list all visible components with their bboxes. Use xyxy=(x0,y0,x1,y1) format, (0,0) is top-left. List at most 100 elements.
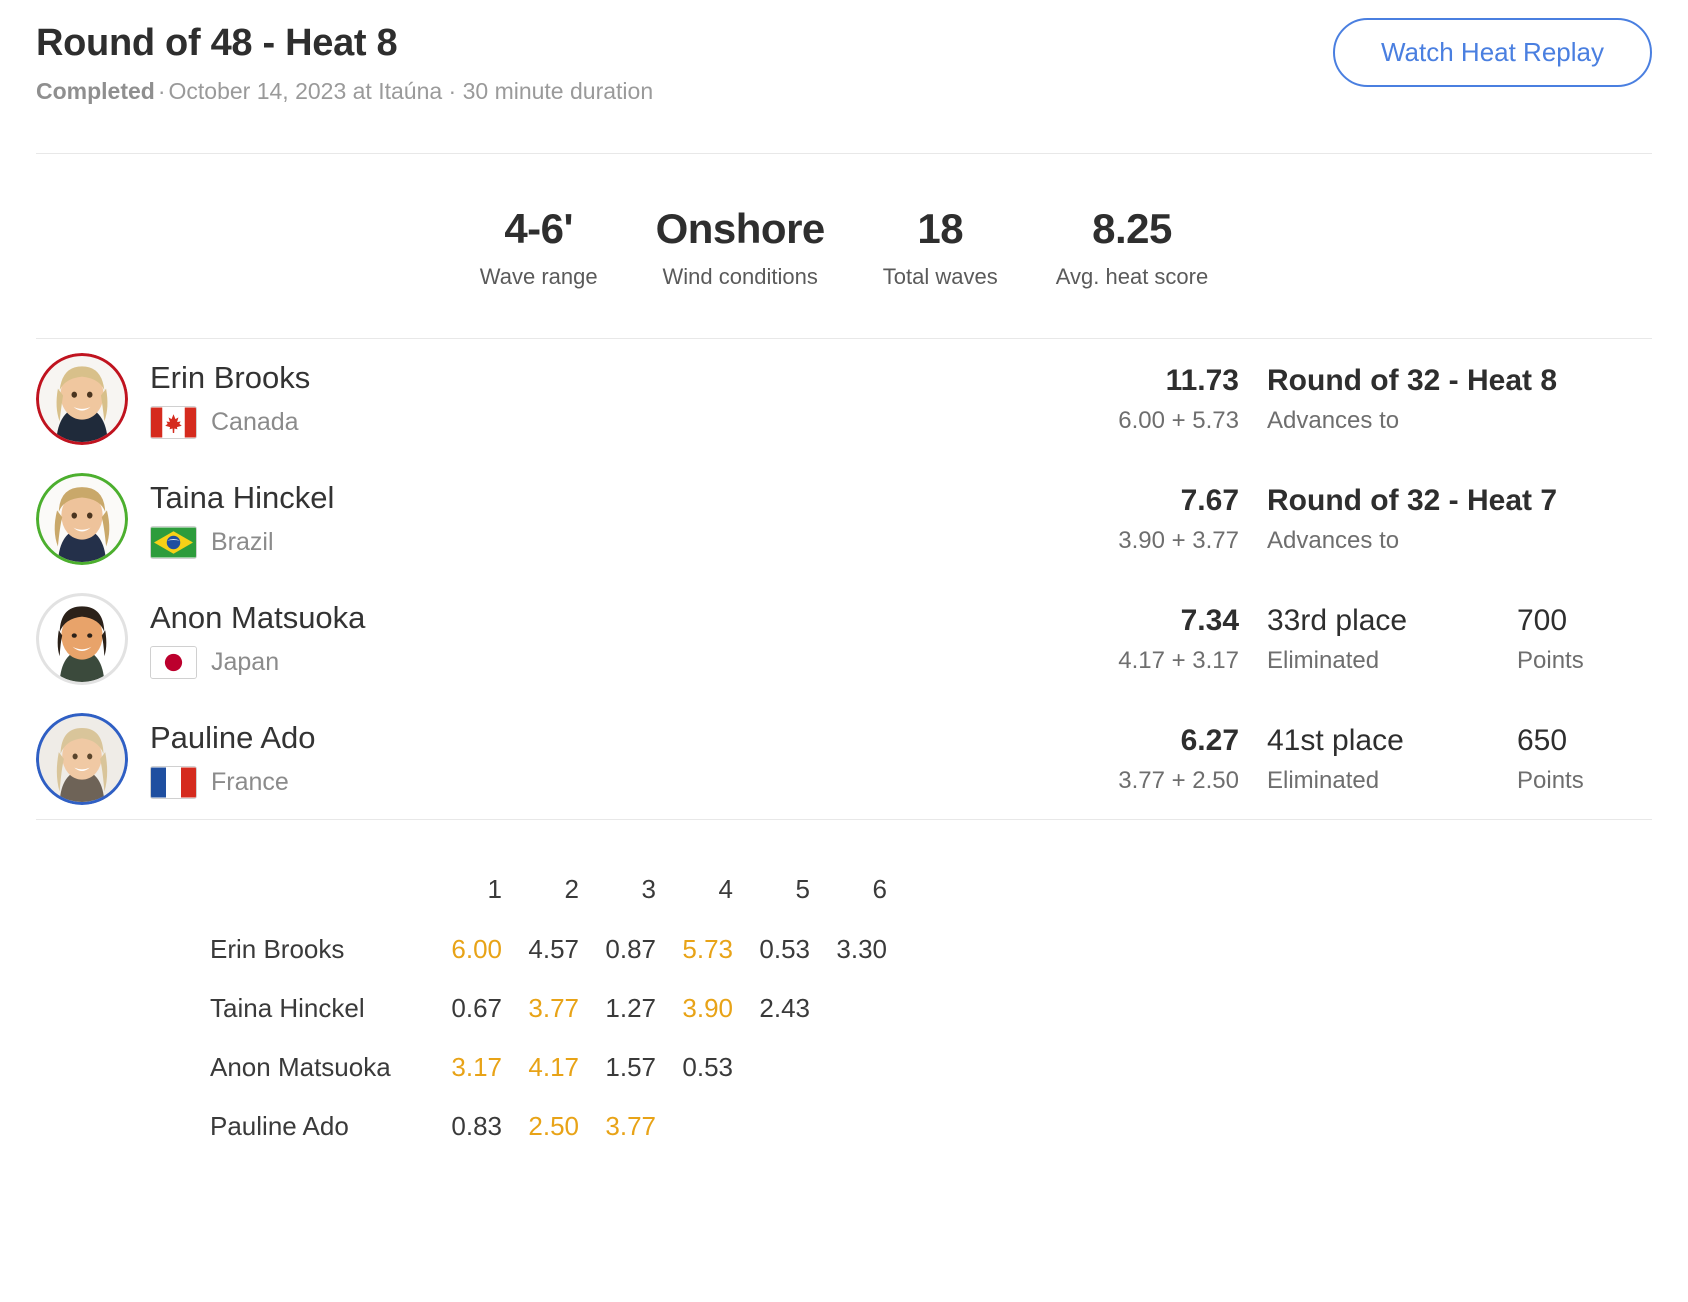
wave-header-3: 3 xyxy=(641,873,656,904)
wave-score: 2.43 xyxy=(759,993,810,1024)
avatar xyxy=(36,473,128,566)
table-row[interactable]: Taina Hinckel Brazil 7.67 3.90 + 3.77 Ro… xyxy=(36,459,1652,579)
wave-row-name: Pauline Ado xyxy=(210,1111,349,1142)
wave-header-6: 6 xyxy=(872,873,887,904)
wave-row-name: Anon Matsuoka xyxy=(210,1052,391,1083)
watch-heat-replay-button[interactable]: Watch Heat Replay xyxy=(1332,18,1652,87)
result-status: Eliminated xyxy=(1267,767,1380,795)
stat-wind-conditions: Onshore Wind conditions xyxy=(655,205,826,290)
athlete-info: Pauline Ado France xyxy=(150,720,1044,800)
stat-label: Avg. heat score xyxy=(1055,264,1209,290)
wave-score: 0.53 xyxy=(759,934,810,965)
wave-score: 0.67 xyxy=(451,993,502,1024)
flag-japan-icon xyxy=(150,646,197,680)
wave-score: 3.30 xyxy=(836,934,887,965)
table-row[interactable]: Pauline Ado France 6.27 3.77 + 2.50 41st… xyxy=(36,699,1652,819)
result-destination: Round of 32 - Heat 7 xyxy=(1267,484,1558,518)
wave-table-head: 1 2 3 4 5 6 xyxy=(210,858,887,920)
table-row[interactable]: Erin Brooks Canada 11.73 6.00 + 5.73 Rou… xyxy=(36,339,1652,459)
wave-score: 1.57 xyxy=(605,1052,656,1083)
wave-score-empty xyxy=(810,1097,887,1156)
wave-header-2: 2 xyxy=(564,873,579,904)
athlete-country: France xyxy=(150,766,1044,800)
country-label: Brazil xyxy=(211,528,274,557)
stat-value: Onshore xyxy=(655,205,826,253)
points-label: Points xyxy=(1517,767,1584,795)
result-destination: 33rd place xyxy=(1267,604,1408,638)
result-block: 33rd place Eliminated xyxy=(1267,603,1517,675)
heat-detail-page: Round of 48 - Heat 8 Completed · October 1… xyxy=(0,0,1688,1302)
wave-score: 3.77 xyxy=(605,1111,656,1142)
points-block: 700 Points xyxy=(1517,603,1652,675)
result-status: Advances to xyxy=(1267,527,1400,555)
score-total: 7.34 xyxy=(1180,604,1239,638)
score-parts: 4.17 + 3.17 xyxy=(1118,647,1239,675)
athlete-info: Erin Brooks Canada xyxy=(150,360,1044,440)
flag-brazil-icon xyxy=(150,526,197,560)
wave-row-name: Taina Hinckel xyxy=(210,993,365,1024)
country-label: Japan xyxy=(211,648,280,677)
page-title: Round of 48 - Heat 8 xyxy=(36,22,398,64)
score-block: 7.67 3.90 + 3.77 xyxy=(1044,483,1239,555)
wave-score-empty xyxy=(810,1038,887,1097)
heat-header: Round of 48 - Heat 8 Completed · October 1… xyxy=(0,0,1688,105)
table-row[interactable]: Anon Matsuoka Japan 7.34 4.17 + 3.17 33r… xyxy=(36,579,1652,699)
score-total: 11.73 xyxy=(1165,364,1239,398)
points-label: Points xyxy=(1517,647,1584,675)
result-status: Eliminated xyxy=(1267,647,1380,675)
result-block: Round of 32 - Heat 7 Advances to xyxy=(1267,483,1558,555)
score-block: 6.27 3.77 + 2.50 xyxy=(1044,723,1239,795)
avatar-ring xyxy=(36,353,128,446)
points-block: 650 Points xyxy=(1517,723,1652,795)
stat-avg-heat-score: 8.25 Avg. heat score xyxy=(1056,206,1208,290)
avatar xyxy=(36,713,128,806)
points-value: 650 xyxy=(1517,724,1568,758)
wave-score: 3.77 xyxy=(528,993,579,1024)
result-block: Round of 32 - Heat 8 Advances to xyxy=(1267,363,1558,435)
wave-score: 0.53 xyxy=(682,1052,733,1083)
athlete-info: Taina Hinckel Brazil xyxy=(150,480,1044,560)
stat-label: Wind conditions xyxy=(662,264,818,290)
athlete-name: Erin Brooks xyxy=(150,359,311,395)
wave-scores-table: 1 2 3 4 5 6 Erin Brooks 6.00 4.57 0.87 5… xyxy=(210,858,887,1156)
wave-row-name: Erin Brooks xyxy=(210,934,345,965)
score-total: 6.27 xyxy=(1180,724,1239,758)
wave-score: 6.00 xyxy=(451,934,502,965)
wave-score: 0.83 xyxy=(451,1111,502,1142)
wave-score-empty xyxy=(733,1097,810,1156)
result-block: 41st place Eliminated xyxy=(1267,723,1517,795)
country-label: Canada xyxy=(211,408,299,437)
heat-status: Completed xyxy=(36,77,155,104)
athlete-country: Brazil xyxy=(150,526,1044,560)
flag-france-icon xyxy=(150,766,197,800)
avatar-ring xyxy=(36,473,128,566)
wave-header-5: 5 xyxy=(795,873,810,904)
athlete-info: Anon Matsuoka Japan xyxy=(150,600,1044,680)
wave-score: 1.27 xyxy=(605,993,656,1024)
wave-score: 2.50 xyxy=(528,1111,579,1142)
points-block xyxy=(1517,395,1652,403)
athlete-country: Japan xyxy=(150,646,1044,680)
athlete-name: Pauline Ado xyxy=(150,719,316,755)
wave-score: 3.90 xyxy=(682,993,733,1024)
score-total: 7.67 xyxy=(1180,484,1239,518)
wave-header-4: 4 xyxy=(718,873,733,904)
wave-header-name xyxy=(210,858,425,920)
wave-row-taina-hinckel: Taina Hinckel 0.67 3.77 1.27 3.90 2.43 xyxy=(210,979,887,1038)
score-parts: 3.77 + 2.50 xyxy=(1118,767,1239,795)
wave-score: 5.73 xyxy=(682,934,733,965)
country-label: France xyxy=(211,768,289,797)
wave-score: 3.17 xyxy=(451,1052,502,1083)
points-value: 700 xyxy=(1517,604,1568,638)
wave-score-empty xyxy=(733,1038,810,1097)
score-block: 11.73 6.00 + 5.73 xyxy=(1044,363,1239,435)
athlete-name: Anon Matsuoka xyxy=(150,599,366,635)
wave-scores-section: 1 2 3 4 5 6 Erin Brooks 6.00 4.57 0.87 5… xyxy=(0,858,1688,1156)
wave-score: 4.57 xyxy=(528,934,579,965)
stat-wave-range: 4-6' Wave range xyxy=(480,206,598,290)
wave-table-header-row: 1 2 3 4 5 6 xyxy=(210,858,887,920)
athlete-results-list: Erin Brooks Canada 11.73 6.00 + 5.73 Rou… xyxy=(0,339,1688,819)
wave-table-body: Erin Brooks 6.00 4.57 0.87 5.73 0.53 3.3… xyxy=(210,920,887,1156)
result-destination: Round of 32 - Heat 8 xyxy=(1267,364,1558,398)
score-parts: 6.00 + 5.73 xyxy=(1118,407,1239,435)
